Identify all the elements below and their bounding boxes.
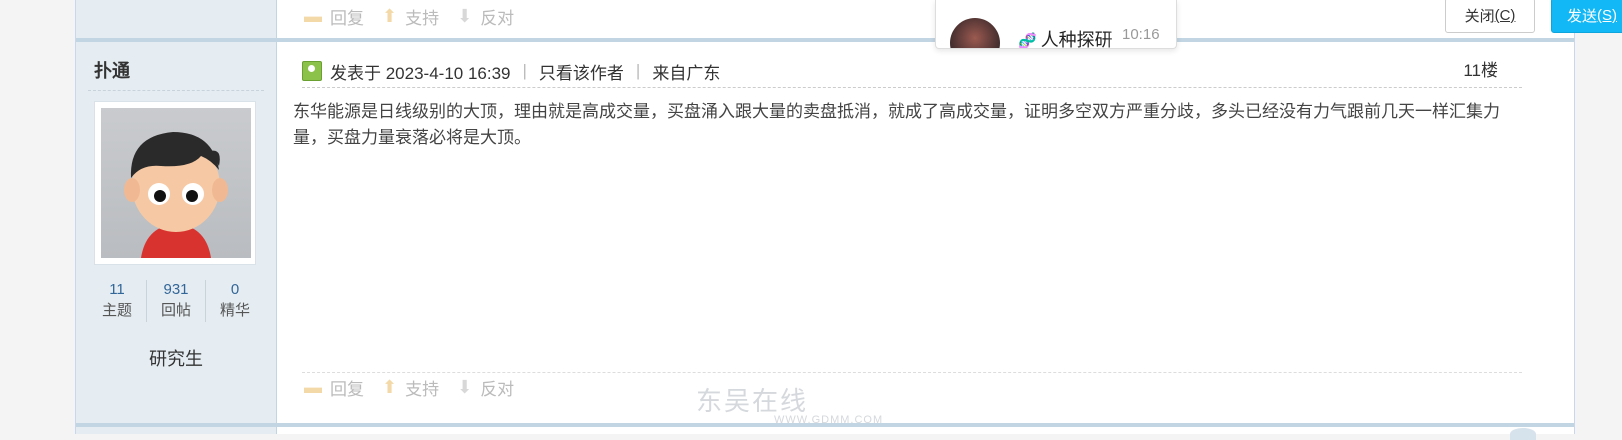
post-actions-bottom: ▬ 回复 ⬆ 支持 ⬇ 反对 xyxy=(304,375,532,400)
post-source: 来自广东 xyxy=(652,63,721,83)
close-shortcut: (C) xyxy=(1494,7,1516,24)
support-label: 支持 xyxy=(405,9,440,28)
oppose-button[interactable]: ⬇ 反对 xyxy=(457,375,514,400)
post-time: 发表于 2023-4-10 16:39 xyxy=(330,63,511,83)
divider xyxy=(88,90,264,91)
stat-number: 931 xyxy=(163,281,189,298)
author-only-link[interactable]: 只看该作者 xyxy=(539,59,624,84)
thumb-up-icon: ⬆ xyxy=(382,6,398,26)
author-stats: 11 主题 931 回帖 0 精华 xyxy=(88,280,264,322)
chat-time: 10:16 xyxy=(1122,26,1160,43)
close-label: 关闭 xyxy=(1464,8,1495,25)
stat-replies[interactable]: 931 回帖 xyxy=(147,280,206,322)
stat-label: 精华 xyxy=(219,302,250,319)
thumb-down-icon: ⬇ xyxy=(457,6,473,26)
cartoon-boy-icon xyxy=(124,132,228,258)
oppose-button[interactable]: ⬇ 反对 xyxy=(457,4,514,29)
oppose-label: 反对 xyxy=(480,380,515,399)
support-button[interactable]: ⬆ 支持 xyxy=(382,375,439,400)
avatar[interactable] xyxy=(94,101,256,265)
stat-number: 11 xyxy=(109,281,125,298)
send-shortcut: (S) xyxy=(1597,7,1617,24)
stat-label: 回帖 xyxy=(160,302,191,319)
stat-topics[interactable]: 11 主题 xyxy=(88,280,147,322)
thumb-up-icon: ⬆ xyxy=(382,377,398,397)
chat-contact-name: 🧬 人种探研 xyxy=(1018,26,1113,49)
stat-digest[interactable]: 0 精华 xyxy=(206,280,264,322)
author-rank: 研究生 xyxy=(149,349,203,369)
reply-button[interactable]: ▬ 回复 xyxy=(304,4,364,29)
close-button[interactable]: 关闭 (C) xyxy=(1445,0,1535,33)
support-label: 支持 xyxy=(405,380,440,399)
support-button[interactable]: ⬆ 支持 xyxy=(382,4,439,29)
reply-label: 回复 xyxy=(330,380,364,399)
scroll-top-button[interactable] xyxy=(1510,428,1536,440)
floor-number[interactable]: 11楼 xyxy=(1463,56,1498,81)
divider: | xyxy=(522,61,527,80)
thumb-down-icon: ⬇ xyxy=(457,377,473,397)
divider: | xyxy=(635,61,641,80)
stat-number: 0 xyxy=(230,281,240,298)
reply-button[interactable]: ▬ 回复 xyxy=(304,375,364,400)
post-actions-top: ▬ 回复 ⬆ 支持 ⬇ 反对 xyxy=(304,4,532,29)
oppose-label: 反对 xyxy=(480,9,515,28)
send-button[interactable]: 发送 (S) xyxy=(1551,0,1622,33)
author-name[interactable]: 扑通 xyxy=(94,57,130,83)
chat-avatar[interactable] xyxy=(950,18,1000,48)
divider xyxy=(302,372,1522,373)
reply-label: 回复 xyxy=(330,9,364,28)
dna-icon: 🧬 xyxy=(1018,33,1037,49)
divider xyxy=(302,87,1522,88)
post-separator xyxy=(76,423,1574,427)
site-watermark: 东吴在线 WWW.GDMM.COM xyxy=(696,381,883,426)
chat-contact-label: 人种探研 xyxy=(1040,30,1113,49)
author-sidebar: 扑通 11 主题 931 回帖 0 精华 研究生 xyxy=(76,0,277,434)
send-label: 发送 xyxy=(1566,8,1597,25)
comment-icon: ▬ xyxy=(304,6,322,26)
chat-popup[interactable]: 🧬 人种探研 10:16 xyxy=(935,0,1177,49)
forum-post-container: 扑通 11 主题 931 回帖 0 精华 研究生 ▬ 回复 ⬆ 支持 ⬇ 反对 … xyxy=(75,0,1575,434)
comment-icon: ▬ xyxy=(304,377,322,397)
online-status-icon xyxy=(302,61,322,81)
post-header: 发表于 2023-4-10 16:39 | 只看该作者 | 来自广东 xyxy=(302,57,1502,85)
post-content: 东华能源是日线级别的大顶，理由就是高成交量，买盘涌入跟大量的卖盘抵消，就成了高成… xyxy=(293,102,1500,147)
watermark-text: 东吴在线 xyxy=(696,386,809,416)
stat-label: 主题 xyxy=(101,302,132,319)
post-separator xyxy=(76,38,1574,42)
avatar-image xyxy=(101,108,251,258)
